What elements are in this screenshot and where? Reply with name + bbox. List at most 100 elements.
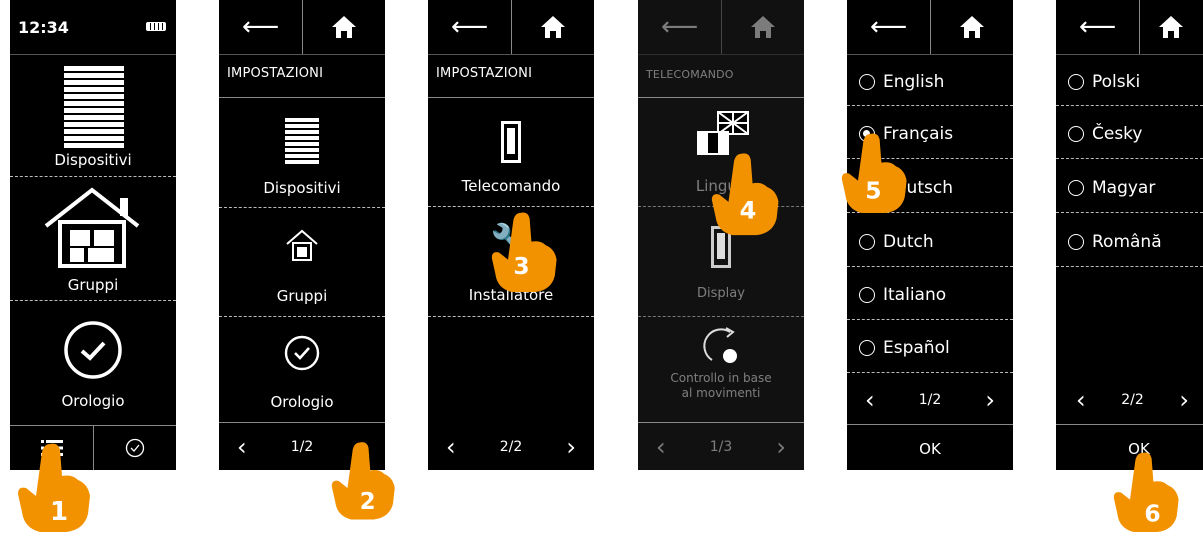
home-button[interactable] <box>930 0 1013 54</box>
next-page-icon[interactable]: › <box>566 435 576 459</box>
screen-home: 12:34 Dispositivi Gruppi Orologio <box>10 0 176 470</box>
remote-icon <box>501 121 521 163</box>
home-icon <box>1159 16 1183 38</box>
back-arrow-icon: ⟵ <box>869 12 908 42</box>
back-arrow-icon: ⟵ <box>1078 12 1117 42</box>
radio-icon <box>1068 126 1084 142</box>
header: ⟵ <box>1056 0 1203 55</box>
tap-hand-step-5: 5 <box>840 128 912 222</box>
ok-button[interactable]: OK <box>847 440 1013 458</box>
back-arrow-icon: ⟵ <box>241 12 280 42</box>
status-bar: 12:34 <box>10 0 176 55</box>
menu-telecomando[interactable]: Telecomando <box>428 177 594 195</box>
language-label: Česky <box>1092 124 1143 144</box>
blinds-icon <box>285 118 319 166</box>
menu-controllo-movimenti[interactable]: Controllo in base al movimenti <box>638 371 804 401</box>
step-number: 1 <box>50 497 68 527</box>
house-icon <box>286 229 318 261</box>
clock-check-icon <box>64 321 122 379</box>
next-page-icon[interactable]: › <box>776 435 786 459</box>
prev-page-icon[interactable]: ‹ <box>865 388 875 412</box>
tap-hand-step-2: 2 <box>330 438 400 527</box>
page-title: IMPOSTAZIONI <box>436 66 533 81</box>
pager: ‹ 1/2 › <box>847 377 1013 423</box>
language-label: Magyar <box>1092 178 1156 198</box>
radio-icon <box>859 287 875 303</box>
language-option[interactable]: Česky <box>1068 124 1203 144</box>
clock-check-icon <box>284 335 320 371</box>
menu-orologio[interactable]: Orologio <box>219 393 385 411</box>
radio-icon <box>1068 180 1084 196</box>
language-option[interactable]: Italiano <box>859 285 1009 305</box>
language-option[interactable]: Polski <box>1068 72 1203 92</box>
prev-page-icon[interactable]: ‹ <box>1076 388 1086 412</box>
screen-impostazioni-1: ⟵ IMPOSTAZIONI Dispositivi Gruppi Orolog… <box>219 0 385 470</box>
prev-page-icon[interactable]: ‹ <box>656 435 666 459</box>
radio-icon <box>1068 234 1084 250</box>
language-label: Español <box>883 338 950 358</box>
pager: ‹ 2/2 › <box>1056 377 1203 423</box>
tap-hand-step-6: 6 <box>1112 448 1184 540</box>
back-button[interactable]: ⟵ <box>638 0 722 54</box>
pager: ‹ 2/2 › <box>428 423 594 470</box>
next-page-icon[interactable]: › <box>1179 388 1189 412</box>
radio-icon <box>859 234 875 250</box>
language-option[interactable]: Español <box>859 338 1009 358</box>
menu-orologio[interactable]: Orologio <box>10 392 176 410</box>
screen-languages-1: ⟵ English Français Deutsch Dutch Italian… <box>847 0 1013 470</box>
language-label: Polski <box>1092 72 1141 92</box>
page-indicator: 1/3 <box>709 438 733 455</box>
prev-page-icon[interactable]: ‹ <box>446 435 456 459</box>
page-indicator: 2/2 <box>499 438 523 455</box>
tap-hand-step-4: 4 <box>710 148 784 244</box>
page-indicator: 1/2 <box>290 438 314 455</box>
home-button[interactable] <box>302 0 385 54</box>
radio-icon <box>1068 74 1084 90</box>
tap-hand-step-1: 1 <box>16 440 96 539</box>
clock-time: 12:34 <box>18 18 69 37</box>
radio-icon <box>859 74 875 90</box>
back-button[interactable]: ⟵ <box>219 0 303 54</box>
step-number: 3 <box>513 252 529 280</box>
next-page-icon[interactable]: › <box>985 388 995 412</box>
back-button[interactable]: ⟵ <box>428 0 512 54</box>
motion-control-icon <box>703 327 737 363</box>
menu-dispositivi[interactable]: Dispositivi <box>10 151 176 169</box>
menu-dispositivi[interactable]: Dispositivi <box>219 179 385 197</box>
language-option[interactable]: English <box>859 72 1009 92</box>
back-button[interactable]: ⟵ <box>1056 0 1140 54</box>
step-number: 2 <box>360 489 376 515</box>
page-indicator: 2/2 <box>1121 392 1144 408</box>
header: ⟵ <box>638 0 804 55</box>
header: ⟵ <box>219 0 385 55</box>
clock-menu-button[interactable] <box>94 426 176 470</box>
house-icon <box>44 187 140 268</box>
menu-display[interactable]: Display <box>638 286 804 301</box>
home-button[interactable] <box>1139 0 1203 54</box>
home-icon <box>540 16 565 38</box>
pager: ‹ 1/3 › <box>638 423 804 470</box>
page-indicator: 1/2 <box>918 392 942 408</box>
step-number: 4 <box>740 197 757 225</box>
tap-hand-step-3: 3 <box>490 208 562 300</box>
language-option[interactable]: Română <box>1068 232 1203 252</box>
back-arrow-icon: ⟵ <box>450 12 489 42</box>
menu-gruppi[interactable]: Gruppi <box>10 276 176 294</box>
home-button[interactable] <box>721 0 804 54</box>
home-button[interactable] <box>511 0 594 54</box>
back-button[interactable]: ⟵ <box>847 0 931 54</box>
language-option[interactable]: Magyar <box>1068 178 1203 198</box>
screen-languages-2: ⟵ Polski Česky Magyar Română ‹ 2/2 › OK <box>1056 0 1203 470</box>
blinds-icon <box>64 66 124 148</box>
language-option[interactable]: Dutch <box>859 232 1009 252</box>
clock-small-icon <box>125 438 145 458</box>
menu-gruppi[interactable]: Gruppi <box>219 287 385 305</box>
home-icon <box>750 16 775 38</box>
step-number: 6 <box>1144 499 1160 527</box>
page-title: IMPOSTAZIONI <box>227 66 324 81</box>
prev-page-icon[interactable]: ‹ <box>237 435 247 459</box>
home-icon <box>959 16 984 38</box>
page-title: TELECOMANDO <box>646 68 734 81</box>
header: ⟵ <box>847 0 1013 55</box>
battery-icon <box>146 22 166 31</box>
